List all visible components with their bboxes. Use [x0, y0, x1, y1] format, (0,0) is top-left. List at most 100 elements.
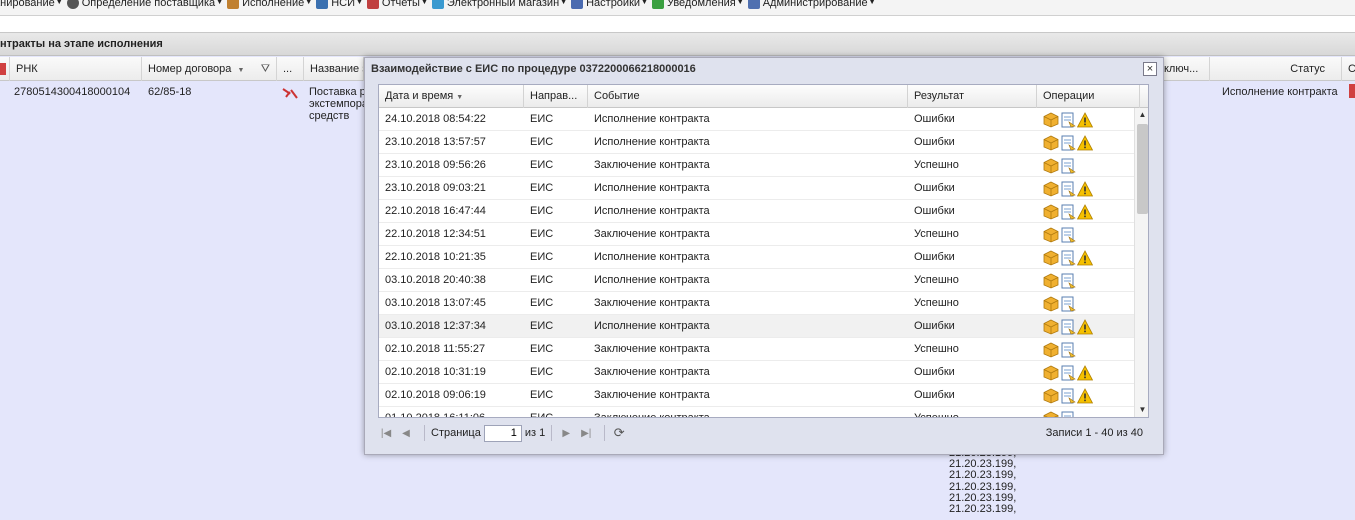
document-edit-icon[interactable]: [1060, 365, 1076, 381]
table-row[interactable]: 22.10.2018 10:21:35 ЕИС Исполнение контрак…: [379, 246, 1134, 269]
document-edit-icon[interactable]: [1060, 273, 1076, 289]
package-icon[interactable]: [1043, 342, 1059, 358]
select-column-header[interactable]: [0, 57, 10, 81]
warning-icon[interactable]: [1077, 111, 1093, 128]
table-row[interactable]: 23.10.2018 09:03:21 ЕИС Исполнение контрак…: [379, 177, 1134, 200]
warning-icon[interactable]: [1077, 180, 1093, 197]
document-edit-icon[interactable]: [1060, 227, 1076, 243]
warning-icon[interactable]: [1077, 134, 1093, 151]
document-edit-icon[interactable]: [1060, 250, 1076, 266]
admin-icon: [747, 0, 760, 9]
document-edit-icon[interactable]: [1060, 135, 1076, 151]
last-page-icon[interactable]: ▶|: [578, 425, 594, 441]
menu-item[interactable]: НСИ ▼: [316, 0, 369, 11]
table-row[interactable]: 23.10.2018 09:56:26 ЕИС Заключение контрак…: [379, 154, 1134, 177]
scroll-thumb[interactable]: [1137, 124, 1148, 214]
warning-icon[interactable]: [1077, 249, 1093, 266]
package-icon[interactable]: [1043, 319, 1059, 335]
column-header-status[interactable]: Статус: [1210, 57, 1342, 81]
menu-item[interactable]: Уведомления ▼: [651, 0, 750, 11]
document-edit-icon[interactable]: [1060, 342, 1076, 358]
menu-item[interactable]: Электронный магазин ▼: [431, 0, 573, 11]
table-row[interactable]: 02.10.2018 09:06:19 ЕИС Заключение контрак…: [379, 384, 1134, 407]
package-icon[interactable]: [1043, 204, 1059, 220]
document-edit-icon[interactable]: [1060, 112, 1076, 128]
document-edit-icon[interactable]: [1060, 158, 1076, 174]
column-header-conclusion[interactable]: ключ...: [1164, 57, 1210, 81]
package-icon[interactable]: [1043, 112, 1059, 128]
package-icon[interactable]: [1043, 411, 1059, 417]
flag-icon: [0, 63, 6, 75]
package-icon[interactable]: [1043, 273, 1059, 289]
cell-direction: ЕИС: [530, 366, 554, 378]
cell-event: Заключение контракта: [594, 228, 710, 240]
prev-page-icon[interactable]: ◀: [398, 425, 414, 441]
column-header-direction[interactable]: Направ...: [524, 85, 588, 108]
cell-event: Заключение контракта: [594, 389, 710, 401]
warning-icon[interactable]: [1077, 203, 1093, 220]
menu-item[interactable]: анирование ▼: [0, 0, 69, 11]
package-icon[interactable]: [1043, 250, 1059, 266]
cell-event: Заключение контракта: [594, 159, 710, 171]
menu-item[interactable]: Настройки ▼: [571, 0, 654, 11]
filter-icon[interactable]: ⛛: [261, 57, 270, 81]
document-edit-icon[interactable]: [1060, 296, 1076, 312]
menu-item[interactable]: Администрирование ▼: [747, 0, 882, 11]
menu-item[interactable]: Определение поставщика ▼: [66, 0, 229, 11]
warning-icon[interactable]: [1077, 364, 1093, 381]
menu-item[interactable]: Отчеты ▼: [366, 0, 434, 11]
column-header-result[interactable]: Результат: [908, 85, 1037, 108]
document-edit-icon[interactable]: [1060, 411, 1076, 417]
menu-item[interactable]: Исполнение ▼: [227, 0, 318, 11]
document-edit-icon[interactable]: [1060, 181, 1076, 197]
cell-direction: ЕИС: [530, 136, 554, 148]
document-edit-icon[interactable]: [1060, 204, 1076, 220]
cell-result: Успешно: [914, 159, 959, 171]
column-header-contract-number[interactable]: Номер договора ▼ ⛛: [142, 57, 277, 81]
column-header-operations[interactable]: Операции: [1037, 85, 1140, 108]
table-row[interactable]: 02.10.2018 10:31:19 ЕИС Заключение контрак…: [379, 361, 1134, 384]
scroll-down-icon[interactable]: ▼: [1135, 403, 1148, 417]
document-edit-icon[interactable]: [1060, 319, 1076, 335]
table-row[interactable]: 01.10.2018 16:11:06 ЕИС Заключение контрак…: [379, 407, 1134, 418]
table-row[interactable]: 23.10.2018 13:57:57 ЕИС Исполнение контрак…: [379, 131, 1134, 154]
page-number-input[interactable]: [483, 424, 522, 442]
column-header-event[interactable]: Событие: [588, 85, 908, 108]
refresh-icon[interactable]: ⟳: [611, 425, 627, 441]
route-icon[interactable]: [281, 84, 299, 105]
package-icon[interactable]: [1043, 296, 1059, 312]
table-row[interactable]: 24.10.2018 08:54:22 ЕИС Исполнение контрак…: [379, 108, 1134, 131]
scroll-up-icon[interactable]: ▲: [1135, 108, 1148, 122]
first-page-icon[interactable]: |◀: [378, 425, 394, 441]
cell-datetime: 01.10.2018 16:11:06: [385, 412, 486, 418]
column-header-rnk[interactable]: РНК: [10, 57, 142, 81]
package-icon[interactable]: [1043, 365, 1059, 381]
column-header-more[interactable]: ...: [277, 57, 304, 81]
cell-datetime: 23.10.2018 09:03:21: [385, 182, 486, 194]
table-row[interactable]: 22.10.2018 16:47:44 ЕИС Исполнение контрак…: [379, 200, 1134, 223]
close-button[interactable]: ×: [1143, 62, 1157, 76]
cell-event: Заключение контракта: [594, 412, 710, 418]
warning-icon[interactable]: [1077, 318, 1093, 335]
table-row[interactable]: 03.10.2018 12:37:34 ЕИС Исполнение контрак…: [379, 315, 1134, 338]
column-header-extra[interactable]: С: [1342, 57, 1355, 81]
table-row[interactable]: 03.10.2018 13:07:45 ЕИС Заключение контрак…: [379, 292, 1134, 315]
cell-result: Ошибки: [914, 136, 955, 148]
package-icon[interactable]: [1043, 158, 1059, 174]
document-edit-icon[interactable]: [1060, 388, 1076, 404]
package-icon[interactable]: [1043, 388, 1059, 404]
table-row[interactable]: 22.10.2018 12:34:51 ЕИС Заключение контрак…: [379, 223, 1134, 246]
package-icon[interactable]: [1043, 227, 1059, 243]
package-icon[interactable]: [1043, 181, 1059, 197]
vertical-scrollbar[interactable]: ▲ ▼: [1134, 108, 1148, 417]
next-page-icon[interactable]: ▶: [558, 425, 574, 441]
table-row[interactable]: 03.10.2018 20:40:38 ЕИС Исполнение контрак…: [379, 269, 1134, 292]
cell-datetime: 22.10.2018 10:21:35: [385, 251, 486, 263]
cell-datetime: 02.10.2018 11:55:27: [385, 343, 486, 355]
package-icon[interactable]: [1043, 135, 1059, 151]
column-header-datetime[interactable]: Дата и время ▼: [379, 85, 524, 108]
warning-icon[interactable]: [1077, 387, 1093, 404]
table-row[interactable]: 02.10.2018 11:55:27 ЕИС Заключение контрак…: [379, 338, 1134, 361]
column-header-name[interactable]: Название з: [304, 57, 364, 81]
toolbar-area: [0, 16, 1355, 32]
